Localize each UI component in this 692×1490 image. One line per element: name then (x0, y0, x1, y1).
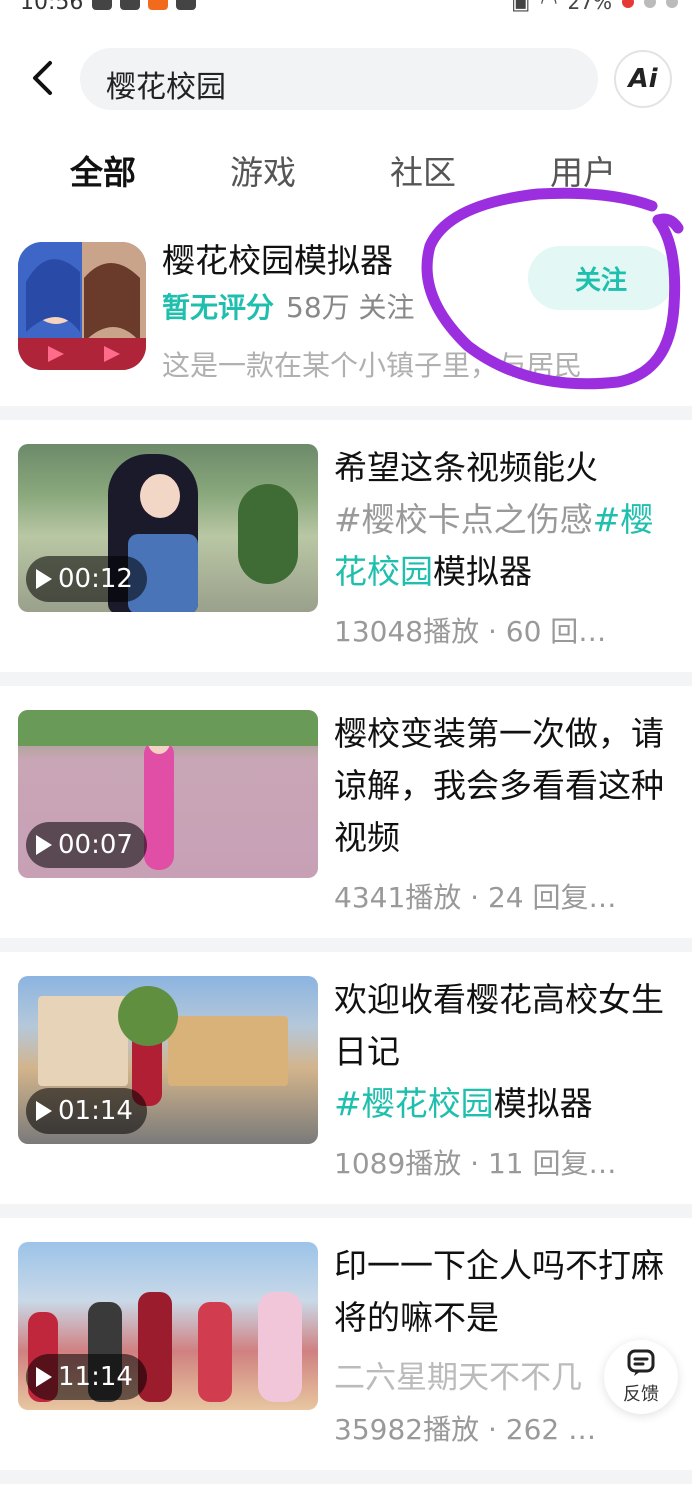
title-hashtag-link[interactable]: #樱花校园 (334, 1084, 494, 1123)
feedback-icon (627, 1349, 655, 1376)
game-icon (18, 242, 146, 370)
play-icon (36, 835, 52, 855)
tab-all[interactable]: 全部 (70, 146, 136, 194)
duration-text: 00:12 (58, 564, 133, 594)
tab-users[interactable]: 用户 (550, 146, 616, 194)
video-subtitle: 二六星期天不不几 (334, 1360, 582, 1396)
duration-text: 01:14 (58, 1096, 133, 1126)
game-description: 这是一款在某个小镇子里，与居民 (162, 349, 583, 382)
status-time: 10:56 (20, 0, 84, 15)
section-divider (0, 938, 692, 952)
title-text: 模拟器 (493, 1084, 593, 1123)
ai-button[interactable]: Ai (614, 50, 672, 108)
video-thumbnail: 11:14 (18, 1242, 318, 1410)
title-text: 希望这条视频能火 (334, 448, 598, 487)
status-right: ▣ ◠ 27% (511, 0, 678, 14)
game-rating: 暂无评分 (162, 291, 275, 324)
search-input[interactable]: 樱花校园 (80, 48, 598, 110)
feedback-label: 反馈 (623, 1384, 659, 1405)
video-title: 印一一下企人吗不打麻将的嘛不是 (334, 1246, 664, 1337)
section-divider (0, 406, 692, 420)
game-followers: 58万 关注 (286, 291, 415, 324)
dot-icon (622, 0, 634, 8)
game-meta: 暂无评分 58万 关注 (162, 286, 415, 326)
tab-community[interactable]: 社区 (390, 146, 456, 194)
search-query-text: 樱花校园 (106, 70, 226, 105)
sim-icon: ▣ (511, 0, 531, 14)
dot-icon (644, 0, 656, 8)
app-notification-icon (148, 0, 168, 10)
video-duration: 01:14 (26, 1088, 147, 1134)
app-notification-icon (176, 0, 196, 10)
video-stats: 4341播放 · 24 回复… (334, 881, 617, 914)
dot-icon (666, 0, 678, 8)
game-result-card[interactable]: 樱花校园模拟器 暂无评分 58万 关注 这是一款在某个小镇子里，与居民 关注 (0, 224, 692, 406)
video-duration: 00:07 (26, 822, 147, 868)
video-thumbnail: 01:14 (18, 976, 318, 1144)
section-divider (0, 1204, 692, 1218)
battery-text: 27% (567, 0, 612, 14)
video-thumbnail: 00:07 (18, 710, 318, 878)
app-notification-icon (120, 0, 140, 10)
follow-label: 关注 (574, 265, 627, 296)
duration-text: 00:07 (58, 830, 133, 860)
video-thumbnail: 00:12 (18, 444, 318, 612)
notification-icons (92, 0, 196, 10)
ai-icon: Ai (628, 64, 658, 94)
back-arrow-icon (33, 61, 52, 95)
back-button[interactable] (22, 58, 62, 98)
video-duration: 11:14 (26, 1354, 147, 1400)
play-icon (36, 569, 52, 589)
video-title: 希望这条视频能火 #樱校卡点之伤感#樱花校园模拟器 (334, 442, 674, 598)
duration-text: 11:14 (58, 1362, 133, 1392)
search-tabs: 全部 游戏 社区 用户 (0, 146, 692, 202)
tab-games[interactable]: 游戏 (230, 146, 296, 194)
video-stats: 1089播放 · 11 回复… (334, 1147, 617, 1180)
app-notification-icon (92, 0, 112, 10)
title-hashtag: #樱校卡点之伤感 (334, 500, 593, 539)
feedback-button[interactable]: 反馈 (604, 1340, 678, 1414)
video-stats: 13048播放 · 60 回… (334, 615, 607, 648)
video-title: 樱校变装第一次做，请谅解，我会多看看这种视频 (334, 714, 664, 857)
video-duration: 00:12 (26, 556, 147, 602)
title-text: 模拟器 (433, 552, 532, 591)
title-text: 欢迎收看樱花高校女生日记 (334, 980, 664, 1071)
top-bar: 樱花校园 Ai (0, 46, 692, 116)
follow-button[interactable]: 关注 (528, 246, 674, 310)
game-title: 樱花校园模拟器 (162, 241, 393, 280)
video-item[interactable]: 11:14 印一一下企人吗不打麻将的嘛不是 二六星期天不不几 35982播放 ·… (0, 1218, 692, 1458)
video-title: 欢迎收看樱花高校女生日记 #樱花校园模拟器 (334, 974, 674, 1130)
video-item[interactable]: 01:14 欢迎收看樱花高校女生日记 #樱花校园模拟器 1089播放 · 11 … (0, 952, 692, 1192)
video-item[interactable]: 00:07 樱校变装第一次做，请谅解，我会多看看这种视频 4341播放 · 24… (0, 686, 692, 926)
play-icon (36, 1367, 52, 1387)
video-item[interactable]: 00:12 希望这条视频能火 #樱校卡点之伤感#樱花校园模拟器 13048播放 … (0, 420, 692, 660)
status-bar: 10:56 ▣ ◠ 27% (0, 0, 692, 28)
wifi-icon: ◠ (540, 0, 558, 14)
section-divider (0, 1470, 692, 1484)
play-icon (36, 1101, 52, 1121)
video-stats: 35982播放 · 262 … (334, 1413, 597, 1446)
section-divider (0, 672, 692, 686)
